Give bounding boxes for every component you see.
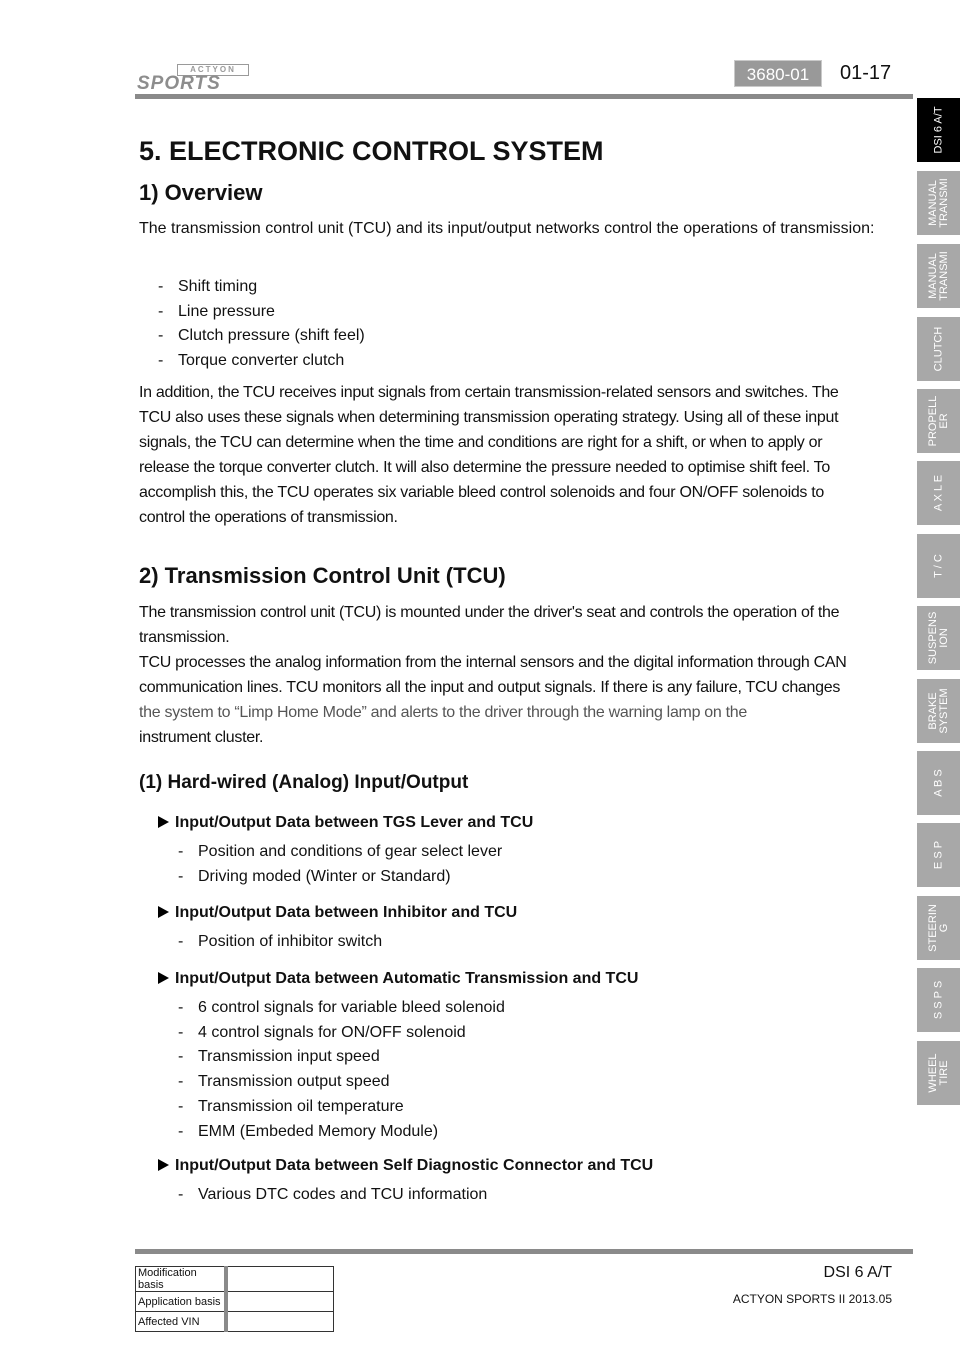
page-title: 5. ELECTRONIC CONTROL SYSTEM [139,136,604,166]
io-group-heading: Input/Output Data between Self Diagnosti… [158,1157,653,1175]
list-item: - Various DTC codes and TCU information [178,1186,488,1203]
list-item: - Transmission oil temperature [178,1097,404,1115]
side-tab-abs[interactable]: A B S [917,751,960,815]
side-tab-manual-transmission-2[interactable]: MANUAL TRANSMI [917,244,960,308]
side-tab-label: E S P [932,840,944,870]
list-item: - Clutch pressure (shift feel) [158,327,365,345]
side-tab-label: S S P S [932,980,944,1020]
side-tab-esp[interactable]: E S P [917,823,960,887]
overview-list: - Shift timing - Line pressure - Clutch pre… [158,275,365,374]
side-tab-wheel-tire[interactable]: WHEEL TIRE [917,1041,960,1105]
io-group-list: - Position and conditions of gear select … [178,840,502,889]
list-item: - EMM (Embeded Memory Module) [178,1122,439,1140]
side-tab-propeller[interactable]: PROPELL ER [917,389,960,453]
row-value [225,1266,334,1292]
side-tab-label: T / C [932,554,944,578]
side-tab-ssps[interactable]: S S P S [917,968,960,1032]
overview-heading: 1) Overview [139,180,263,205]
list-item: - Shift timing [158,278,258,295]
side-tab-label: BRAKE SYSTEM [926,688,950,734]
row-label: Modification basis [135,1266,228,1292]
side-tab-label: MANUAL TRANSMI [926,178,950,228]
side-tab-label: WHEEL TIRE [926,1053,950,1093]
io-group-heading: Input/Output Data between Automatic Tran… [158,970,638,988]
list-item: - Torque converter clutch [158,352,345,370]
side-tab-tc[interactable]: T / C [917,534,960,598]
side-tab-label: SUSPENS ION [926,611,950,665]
side-tab-label: A B S [932,769,944,797]
list-item: - Position and conditions of gear select … [178,843,503,860]
triangle-bullet-icon [158,972,169,984]
list-item: - Driving moded (Winter or Standard) [178,867,451,885]
side-tab-label: A X L E [932,474,944,512]
side-tab-axle[interactable]: A X L E [917,461,960,525]
list-item: - Transmission input speed [178,1048,380,1066]
tcu-paragraph: The transmission control unit (TCU) is m… [139,604,847,746]
io-group-heading: Input/Output Data between TGS Lever and … [158,814,533,832]
list-item: -4 control signals for ON/OFF solenoid [178,1023,466,1041]
side-tab-suspension[interactable]: SUSPENS ION [917,606,960,670]
row-value [225,1311,334,1332]
list-item: - Transmission output speed [178,1073,390,1091]
footer-title: DSI 6 A/T [823,1264,892,1281]
triangle-bullet-icon [158,816,169,828]
list-item: -6 control signals for variable bleed so… [178,999,505,1016]
header-divider [135,94,913,99]
row-label: Affected VIN [135,1311,228,1332]
brand-logo: ACTYON SPORTS [135,64,250,94]
side-tab-label: CLUTCH [932,326,944,372]
page-number: 01-17 [840,62,892,84]
triangle-bullet-icon [158,906,169,918]
logo-main-text: SPORTS [137,73,221,94]
side-tab-label: STEERIN G [926,904,950,952]
side-tab-label: DSI 6 A/T [932,106,944,154]
hardwired-heading: (1) Hard-wired (Analog) Input/Output [139,772,469,793]
table-row: Application basis [135,1291,334,1312]
side-tab-brake-system[interactable]: BRAKE SYSTEM [917,679,960,743]
list-item: - Line pressure [158,302,275,320]
row-label: Application basis [135,1291,228,1312]
overview-paragraph: In addition, the TCU receives input sign… [139,384,839,526]
section-code-badge: 3680-01 [734,60,822,87]
side-tab-label: MANUAL TRANSMI [926,251,950,301]
side-tab-clutch[interactable]: CLUTCH [917,317,960,381]
modification-table: Modification basis Application basis Aff… [135,1266,334,1332]
side-tab-dsi-6at[interactable]: DSI 6 A/T [917,98,960,162]
overview-intro: The transmission control unit (TCU) and … [139,220,875,237]
side-tab-manual-transmission-1[interactable]: MANUAL TRANSMI [917,171,960,235]
io-group-heading: Input/Output Data between Inhibitor and … [158,904,517,922]
footer-subtitle: ACTYON SPORTS II 2013.05 [732,1292,892,1306]
row-value [225,1291,334,1312]
table-row: Affected VIN [135,1311,334,1332]
tcu-heading: 2) Transmission Control Unit (TCU) [139,563,506,588]
list-item: - Position of inhibitor switch [178,933,383,950]
side-tab-label: PROPELL ER [926,395,950,447]
triangle-bullet-icon [158,1159,169,1171]
table-row: Modification basis [135,1266,334,1292]
io-group-list: - Various DTC codes and TCU information [178,1183,487,1208]
footer-divider [135,1249,913,1254]
side-tab-steering[interactable]: STEERIN G [917,896,960,960]
io-group-list: - Position of inhibitor switch [178,930,382,955]
io-group-list: -6 control signals for variable bleed so… [178,996,505,1144]
